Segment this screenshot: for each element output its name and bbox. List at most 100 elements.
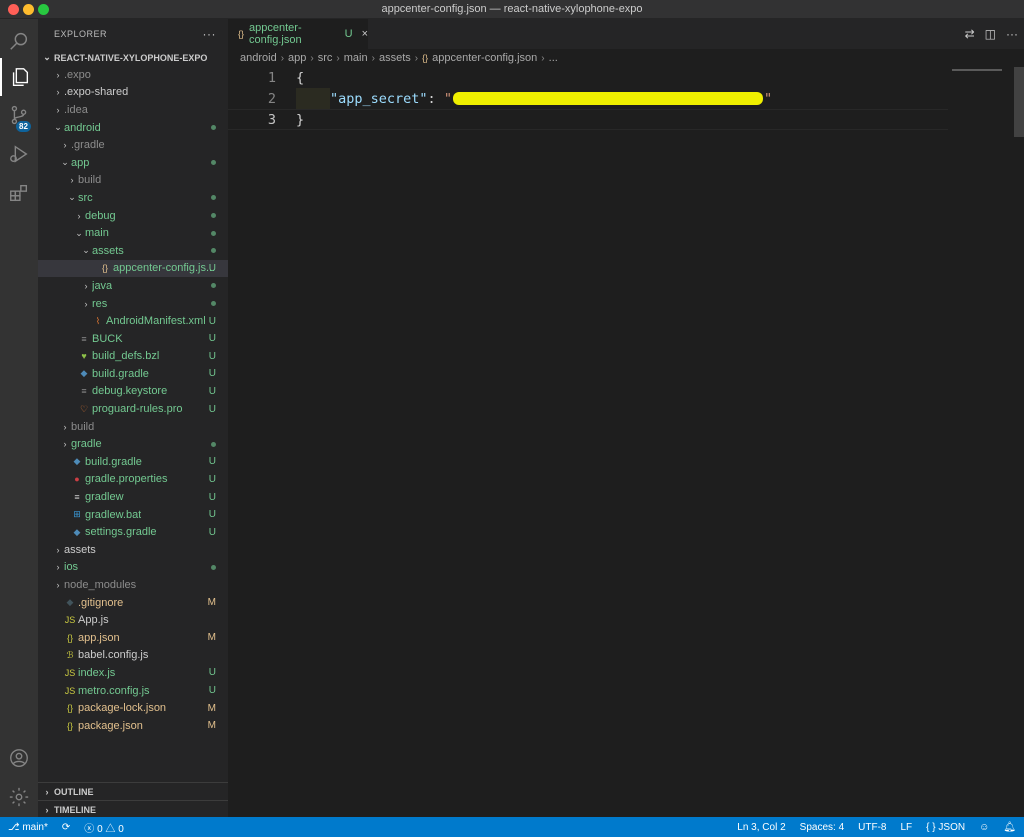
breadcrumb-item[interactable]: assets xyxy=(379,52,411,64)
project-folder-header[interactable]: ⌄ REACT-NATIVE-XYLOPHONE-EXPO xyxy=(38,49,228,66)
file-type-icon: {} xyxy=(66,632,73,643)
tree-folder[interactable]: › build xyxy=(38,418,228,436)
tab-bar: {} appcenter-config.json U × ⇄ ◫ ··· xyxy=(228,19,1024,49)
status-dot xyxy=(211,125,216,131)
tree-folder[interactable]: ⌄ assets xyxy=(38,242,228,260)
tree-file[interactable]: ℬbabel.config.js xyxy=(38,647,228,665)
tree-file[interactable]: JS App.js xyxy=(38,611,228,629)
tree-file[interactable]: ≡ BUCK U xyxy=(38,330,228,348)
tree-folder[interactable]: › build xyxy=(38,172,228,190)
close-icon[interactable]: × xyxy=(362,28,368,40)
breadcrumb-item[interactable]: src xyxy=(318,52,333,64)
more-actions-icon[interactable]: ··· xyxy=(1006,27,1018,41)
breadcrumb-item[interactable]: main xyxy=(344,52,368,64)
file-type-icon: ≡ xyxy=(81,386,87,397)
timeline-section[interactable]: › TIMELINE xyxy=(38,800,228,818)
notifications-icon[interactable]: 🔔︎ xyxy=(1003,822,1016,833)
tree-folder[interactable]: › .gradle xyxy=(38,136,228,154)
tree-file[interactable]: ⌇ AndroidManifest.xml U xyxy=(38,312,228,330)
tree-folder[interactable]: › assets xyxy=(38,541,228,559)
search-activity[interactable] xyxy=(0,22,38,60)
tree-file[interactable]: ♥ build_defs.bzl U xyxy=(38,348,228,366)
file-type-icon: {} xyxy=(66,703,73,714)
tree-folder[interactable]: › res xyxy=(38,295,228,313)
tree-item-label: gradlew.bat xyxy=(85,508,142,521)
status-dot xyxy=(211,213,216,219)
tree-folder[interactable]: › .expo xyxy=(38,66,228,84)
tree-item-label: App.js xyxy=(78,614,109,627)
breadcrumb-item[interactable]: appcenter-config.json xyxy=(432,52,537,64)
chevron-right-icon: › xyxy=(56,69,60,80)
tree-file[interactable]: ◆ settings.gradle U xyxy=(38,523,228,541)
split-editor-icon[interactable]: ◫ xyxy=(985,27,996,41)
tree-file[interactable]: {} app.json M xyxy=(38,629,228,647)
explorer-activity[interactable] xyxy=(0,58,38,96)
tree-item-label: index.js xyxy=(78,666,116,679)
tree-file[interactable]: ≡ debug.keystore U xyxy=(38,383,228,401)
tree-folder[interactable]: › gradle xyxy=(38,435,228,453)
tree-file[interactable]: ⊞ gradlew.bat U xyxy=(38,506,228,524)
branch-indicator[interactable]: ⎇ main* xyxy=(8,822,48,833)
code-view[interactable]: 1 { 2 "app_secret": " " 3 } xyxy=(228,67,948,130)
tree-file[interactable]: {} package-lock.json M xyxy=(38,699,228,717)
tree-item-label: .gradle xyxy=(71,139,105,152)
extensions-activity[interactable] xyxy=(0,174,38,212)
file-type-icon: JS xyxy=(64,685,76,696)
tree-file[interactable]: JS index.js U xyxy=(38,664,228,682)
extensions-icon xyxy=(10,184,28,202)
tree-folder[interactable]: ⌄ android xyxy=(38,119,228,137)
file-type-icon: ℬ xyxy=(66,649,74,660)
more-actions-icon[interactable]: ··· xyxy=(203,27,217,41)
outline-section[interactable]: › OUTLINE xyxy=(38,782,228,800)
tree-item-label: build xyxy=(78,174,102,187)
file-type-icon: ◆ xyxy=(73,526,81,537)
indentation[interactable]: Spaces: 4 xyxy=(800,822,844,833)
vertical-scrollbar[interactable] xyxy=(1014,67,1024,137)
feedback-icon[interactable]: ☺ xyxy=(979,822,989,833)
tree-file[interactable]: ♡ proguard-rules.pro U xyxy=(38,400,228,418)
tree-folder[interactable]: › ios xyxy=(38,559,228,577)
minimap[interactable] xyxy=(952,67,1010,71)
encoding[interactable]: UTF-8 xyxy=(858,822,886,833)
tree-file[interactable]: ◆ .gitignore M xyxy=(38,594,228,612)
tree-item-label: assets xyxy=(64,543,96,556)
tree-folder[interactable]: ⌄ app xyxy=(38,154,228,172)
breadcrumb-item[interactable]: app xyxy=(288,52,306,64)
tree-file[interactable]: {} package.json M xyxy=(38,717,228,735)
tree-file[interactable]: ● gradle.properties U xyxy=(38,471,228,489)
tree-folder[interactable]: › .expo-shared xyxy=(38,84,228,102)
tree-file[interactable]: ◆ build.gradle U xyxy=(38,453,228,471)
tree-folder[interactable]: › java xyxy=(38,277,228,295)
tree-file[interactable]: {} appcenter-config.js... U xyxy=(38,259,228,278)
problems-indicator[interactable]: ⓧ 0 △ 0 xyxy=(84,820,123,835)
tree-folder[interactable]: ⌄ src xyxy=(38,189,228,207)
status-dot xyxy=(211,230,216,236)
sync-icon[interactable]: ⟳ xyxy=(62,822,70,833)
tree-file[interactable]: ◆ build.gradle U xyxy=(38,365,228,383)
breadcrumb-item[interactable]: ... xyxy=(549,52,558,64)
outline-title: OUTLINE xyxy=(54,786,94,797)
run-debug-activity[interactable] xyxy=(0,135,38,173)
file-type-icon: {} xyxy=(101,263,108,274)
line-ending[interactable]: LF xyxy=(900,822,912,833)
activity-bar: 82 xyxy=(0,19,38,817)
cursor-position[interactable]: Ln 3, Col 2 xyxy=(737,822,785,833)
git-status-badge: U xyxy=(208,368,216,380)
tree-folder[interactable]: ⌄ main xyxy=(38,224,228,242)
tree-folder[interactable]: › debug xyxy=(38,207,228,225)
line-number: 3 xyxy=(267,111,276,128)
tree-file[interactable]: ≡ gradlew U xyxy=(38,488,228,506)
files-icon xyxy=(12,68,29,86)
open-changes-icon[interactable]: ⇄ xyxy=(965,27,975,41)
branch-name: main* xyxy=(22,821,48,833)
manage-activity[interactable] xyxy=(0,778,38,816)
accounts-activity[interactable] xyxy=(0,739,38,777)
run-debug-icon xyxy=(10,145,28,163)
breadcrumb-item[interactable]: android xyxy=(240,52,277,64)
language-mode[interactable]: { } JSON xyxy=(926,822,965,833)
tree-file[interactable]: JS metro.config.js U xyxy=(38,682,228,700)
tree-folder[interactable]: › .idea xyxy=(38,101,228,119)
tab-appcenter-config[interactable]: {} appcenter-config.json U × xyxy=(228,19,368,49)
tree-folder[interactable]: › node_modules xyxy=(38,576,228,594)
source-control-activity[interactable]: 82 xyxy=(0,96,38,134)
